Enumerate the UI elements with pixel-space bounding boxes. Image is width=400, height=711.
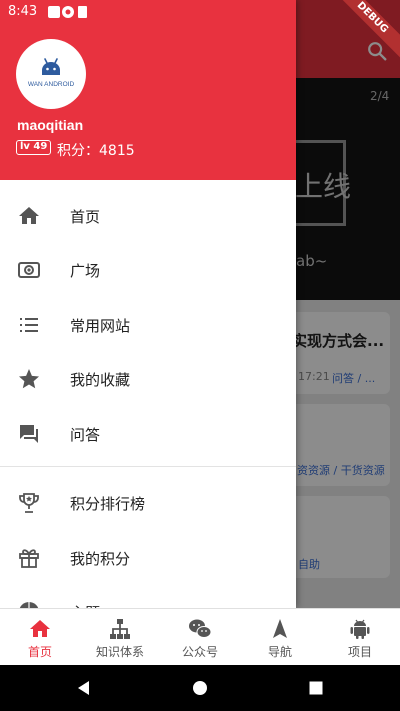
- navigation-drawer: WAN ANDROID maoqitian lv 49 积分：4815 首页 广…: [0, 0, 296, 608]
- menu-item-label: 我的积分: [70, 550, 131, 568]
- bottom-nav-label: 项目: [347, 645, 372, 659]
- bottom-nav-home[interactable]: 首页: [0, 609, 80, 666]
- status-bar: 8:43: [0, 0, 400, 24]
- home-icon: [19, 207, 39, 224]
- bottom-nav-label: 首页: [27, 645, 52, 659]
- bottom-nav-label: 导航: [267, 645, 292, 659]
- wechat-icon: [189, 619, 212, 638]
- username: maoqitian: [17, 117, 84, 133]
- star-icon: [19, 369, 39, 389]
- menu-item-qa[interactable]: 问答: [0, 407, 296, 461]
- square-icon: [18, 262, 40, 278]
- system-navigation-bar: [0, 665, 400, 711]
- menu-item-label: 积分排行榜: [70, 495, 146, 513]
- bottom-nav-label: 公众号: [181, 645, 218, 659]
- home-circle-icon[interactable]: [192, 680, 208, 696]
- bottom-nav-knowledge[interactable]: 知识体系: [80, 609, 160, 666]
- list-icon: [20, 318, 38, 332]
- points-text: 积分：4815: [57, 143, 135, 159]
- bottom-nav-official-accounts[interactable]: 公众号: [160, 609, 240, 666]
- avatar-text: WAN ANDROID: [27, 81, 75, 88]
- menu-item-home[interactable]: 首页: [0, 189, 296, 243]
- android-logo-icon: [42, 58, 60, 75]
- menu-item-label: 我的收藏: [70, 371, 131, 389]
- trophy-icon: [19, 493, 39, 513]
- hierarchy-icon: [110, 619, 130, 639]
- back-icon[interactable]: [76, 680, 92, 696]
- globe-icon: [19, 602, 39, 608]
- drawer-header: WAN ANDROID maoqitian lv 49 积分：4815: [0, 0, 296, 180]
- home-icon: [30, 620, 50, 637]
- notification-icons: [48, 6, 87, 18]
- menu-item-favorites[interactable]: 我的收藏: [0, 352, 296, 406]
- avatar[interactable]: WAN ANDROID: [16, 39, 86, 109]
- menu-item-ranking[interactable]: 积分排行榜: [0, 476, 296, 530]
- bottom-navigation: 首页 知识体系 公众号 导航 项目: [0, 608, 400, 665]
- recents-icon[interactable]: [308, 680, 324, 696]
- android-icon: [350, 619, 370, 639]
- level-badge: lv 49: [16, 140, 52, 155]
- menu-item-websites[interactable]: 常用网站: [0, 298, 296, 352]
- menu-divider: [0, 466, 296, 467]
- menu-item-my-points[interactable]: 我的积分: [0, 531, 296, 585]
- bottom-nav-label: 知识体系: [95, 645, 144, 659]
- forum-icon: [20, 425, 38, 443]
- status-time: 8:43: [8, 4, 38, 19]
- menu-item-label: 首页: [70, 208, 101, 226]
- menu-item-square[interactable]: 广场: [0, 243, 296, 297]
- menu-item-label: 常用网站: [70, 317, 131, 335]
- navigation-icon: [273, 619, 287, 638]
- gift-icon: [19, 549, 39, 568]
- menu-item-label: 问答: [70, 426, 101, 444]
- bottom-nav-projects[interactable]: 项目: [320, 609, 400, 666]
- bottom-nav-navigation[interactable]: 导航: [240, 609, 320, 666]
- menu-item-label: 广场: [70, 262, 101, 280]
- menu-item-theme[interactable]: 主题: [0, 585, 296, 608]
